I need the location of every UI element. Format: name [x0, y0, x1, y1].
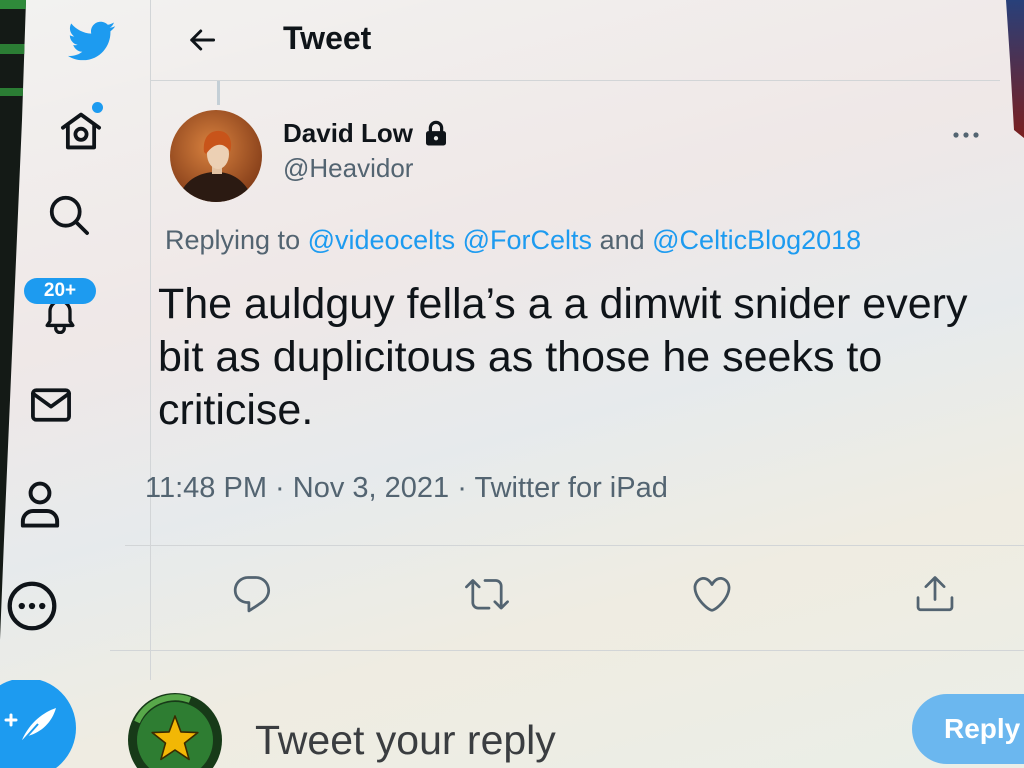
- author-handle[interactable]: @Heavidor: [283, 152, 413, 184]
- reply-input[interactable]: [255, 712, 875, 768]
- home-notification-dot: [92, 102, 103, 113]
- sidebar-divider: [150, 0, 151, 680]
- twitter-bird-icon: [67, 21, 116, 61]
- retweet-icon: [465, 579, 509, 610]
- reply-action-button[interactable]: [230, 572, 274, 616]
- like-action-button[interactable]: [690, 572, 734, 616]
- sidebar-item-messages[interactable]: [26, 382, 76, 428]
- retweet-action-button[interactable]: [465, 572, 509, 616]
- reply-mention-link[interactable]: @videocelts: [308, 225, 455, 255]
- heart-icon: [693, 576, 731, 612]
- notifications-badge: 20+: [24, 278, 96, 304]
- header-divider: [150, 80, 1000, 81]
- reply-mention-link[interactable]: @CelticBlog2018: [652, 225, 861, 255]
- left-bezel: [0, 0, 26, 640]
- compose-feather-icon[interactable]: [0, 680, 78, 768]
- page-title: Tweet: [283, 20, 372, 56]
- more-circle-icon: [7, 581, 57, 631]
- sidebar-item-explore[interactable]: [46, 192, 92, 238]
- profile-icon: [20, 481, 60, 528]
- sidebar-item-notifications[interactable]: 20+: [24, 278, 96, 338]
- sidebar-item-profile[interactable]: [16, 478, 64, 532]
- actions-top-divider: [125, 545, 1024, 546]
- right-bezel: [1006, 0, 1024, 138]
- back-arrow-icon: [190, 29, 216, 51]
- replying-to: Replying to @videocelts @ForCelts and @C…: [165, 223, 861, 257]
- sidebar-item-home[interactable]: [58, 108, 104, 154]
- star-avatar[interactable]: [128, 688, 228, 768]
- replying-to-conjunction: and: [599, 225, 645, 255]
- reply-mention-link[interactable]: @ForCelts: [463, 225, 592, 255]
- back-button[interactable]: [184, 22, 220, 58]
- more-dots-icon: [953, 132, 979, 138]
- share-icon: [916, 576, 954, 612]
- sidebar-item-logo[interactable]: [64, 16, 118, 66]
- mail-icon: [31, 388, 71, 422]
- author-avatar[interactable]: [170, 110, 262, 202]
- lock-icon: [426, 120, 446, 146]
- meta-separator: ·: [457, 472, 467, 504]
- sidebar-item-more[interactable]: [6, 580, 58, 632]
- replying-to-label: Replying to: [165, 225, 301, 255]
- author-name[interactable]: David Low: [283, 117, 413, 149]
- more-options-button[interactable]: [946, 122, 986, 148]
- tweet-source[interactable]: Twitter for iPad: [474, 472, 667, 504]
- tweet-date[interactable]: Nov 3, 2021: [293, 472, 449, 504]
- thread-connector: [217, 81, 220, 105]
- tweet-meta: 11:48 PM · Nov 3, 2021 · Twitter for iPa…: [145, 470, 668, 506]
- home-icon: [61, 112, 101, 150]
- tweet-text: The auldguy fella’s a a dimwit snider ev…: [158, 280, 968, 434]
- reply-button[interactable]: Reply: [912, 694, 1024, 764]
- actions-bottom-divider: [110, 650, 1024, 651]
- reply-icon: [233, 576, 271, 613]
- meta-separator: ·: [275, 472, 285, 504]
- tweet-time[interactable]: 11:48 PM: [145, 472, 267, 504]
- share-action-button[interactable]: [913, 572, 957, 616]
- search-icon: [49, 195, 89, 235]
